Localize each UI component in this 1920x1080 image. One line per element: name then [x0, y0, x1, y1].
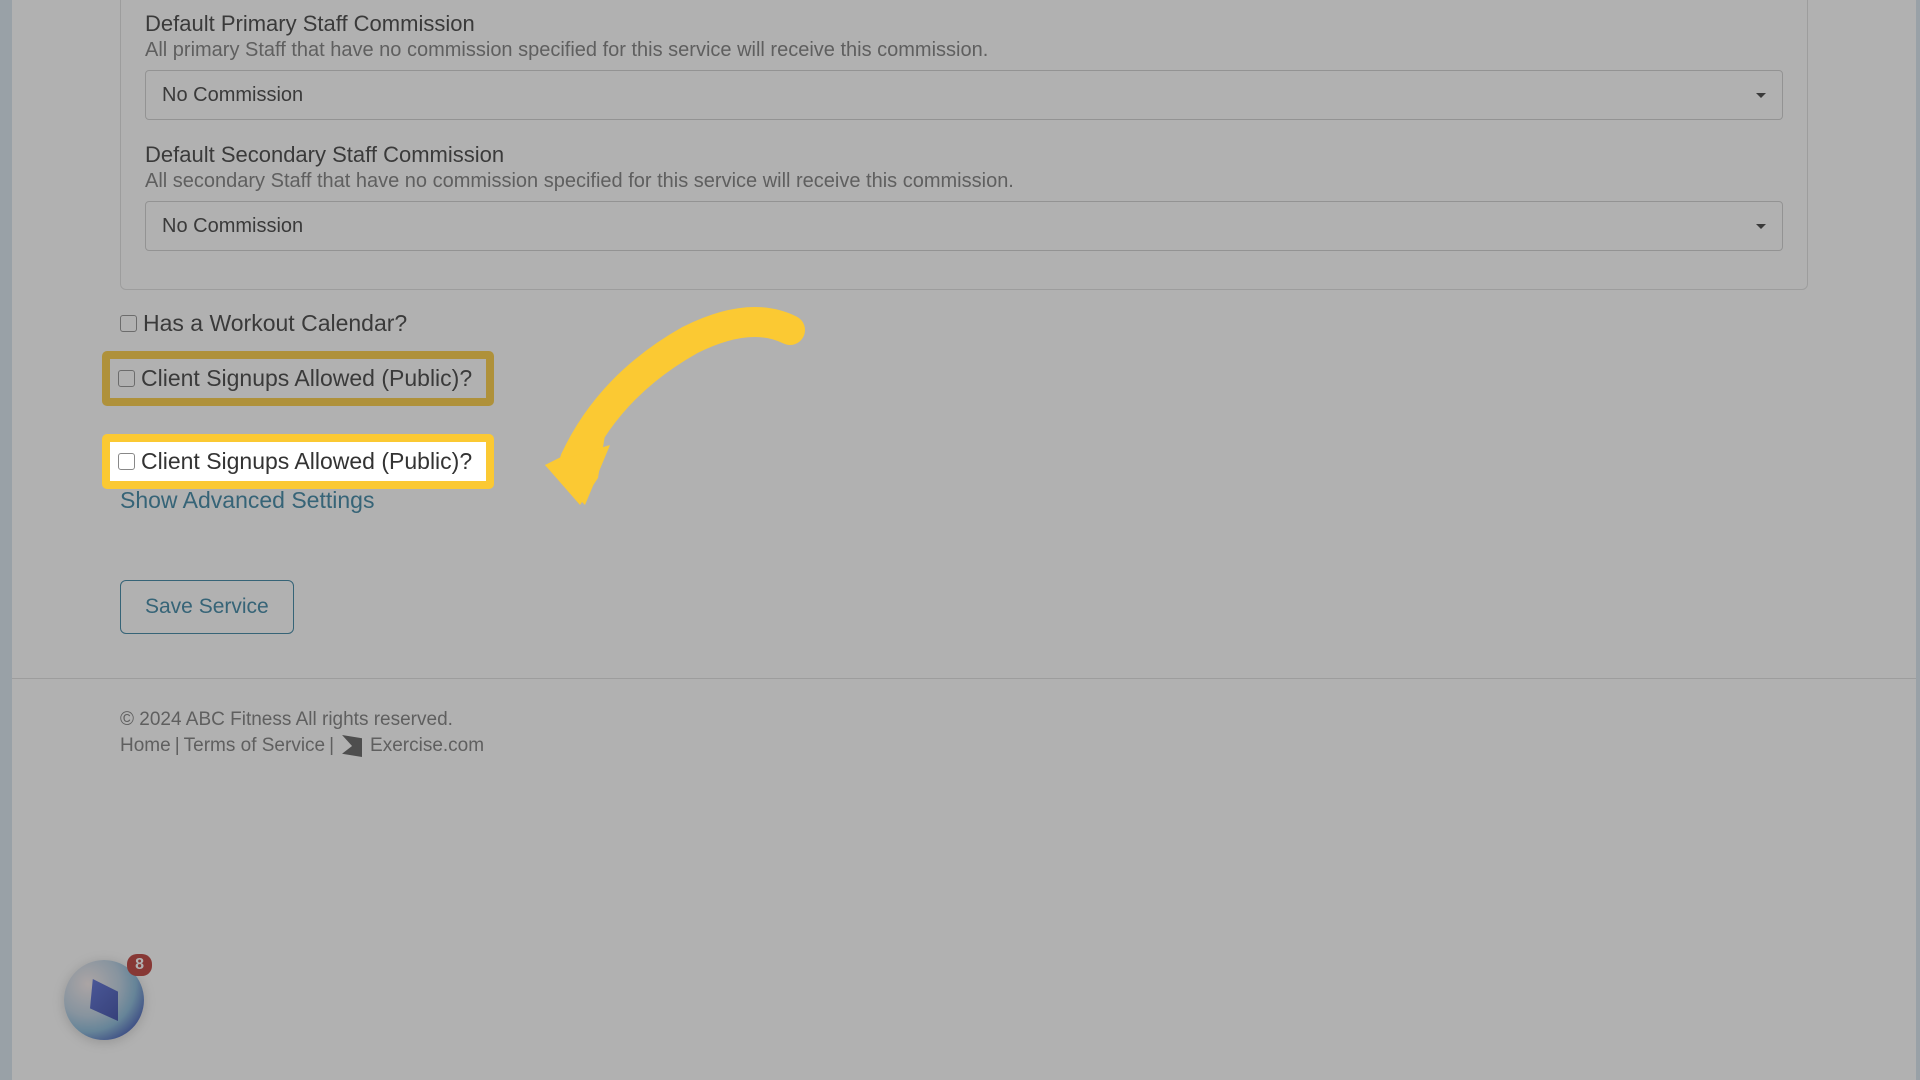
secondary-commission-select[interactable]: No Commission [145, 201, 1783, 251]
secondary-commission-value: No Commission [162, 215, 303, 238]
client-signups-checkbox[interactable] [118, 370, 135, 387]
page-footer: © 2024 ABC Fitness All rights reserved. … [12, 678, 1916, 787]
page-wrapper: Default Primary Staff Commission All pri… [12, 0, 1916, 1080]
primary-commission-value: No Commission [162, 84, 303, 107]
workout-calendar-checkbox-row[interactable]: Has a Workout Calendar? [120, 310, 1808, 337]
secondary-commission-group: Default Secondary Staff Commission All s… [145, 142, 1783, 251]
primary-commission-help: All primary Staff that have no commissio… [145, 39, 1783, 62]
footer-links: Home | Terms of Service | Exercise.com [120, 735, 1808, 757]
workout-calendar-label: Has a Workout Calendar? [143, 310, 407, 337]
client-signups-label: Client Signups Allowed (Public)? [141, 365, 472, 392]
footer-separator: | [329, 735, 334, 757]
client-signups-checkbox-row[interactable]: Client Signups Allowed (Public)? [110, 359, 486, 398]
exercise-logo-icon [342, 735, 362, 757]
secondary-commission-help: All secondary Staff that have no commiss… [145, 170, 1783, 193]
help-widget-badge: 8 [127, 954, 152, 976]
footer-exercise-link[interactable]: Exercise.com [370, 735, 484, 757]
footer-terms-link[interactable]: Terms of Service [184, 735, 325, 757]
footer-separator: | [175, 735, 180, 757]
form-content: Default Primary Staff Commission All pri… [12, 0, 1916, 634]
commission-section-card: Default Primary Staff Commission All pri… [120, 0, 1808, 290]
help-widget-inner-icon [90, 979, 118, 1021]
help-widget-button[interactable]: 8 [64, 960, 148, 1044]
footer-copyright: © 2024 ABC Fitness All rights reserved. [120, 709, 1808, 731]
show-advanced-settings-link[interactable]: Show Advanced Settings [120, 487, 1808, 514]
connect-zoom-link[interactable]: Connect Zoom [120, 444, 1808, 471]
secondary-commission-label: Default Secondary Staff Commission [145, 142, 1783, 168]
footer-home-link[interactable]: Home [120, 735, 171, 757]
chevron-down-icon [1756, 93, 1766, 98]
primary-commission-label: Default Primary Staff Commission [145, 11, 1783, 37]
client-signups-highlight-wrapper: Client Signups Allowed (Public)? [102, 351, 1808, 420]
chevron-down-icon [1756, 224, 1766, 229]
primary-commission-group: Default Primary Staff Commission All pri… [145, 11, 1783, 120]
save-service-button[interactable]: Save Service [120, 580, 294, 634]
primary-commission-select[interactable]: No Commission [145, 70, 1783, 120]
workout-calendar-checkbox[interactable] [120, 315, 137, 332]
